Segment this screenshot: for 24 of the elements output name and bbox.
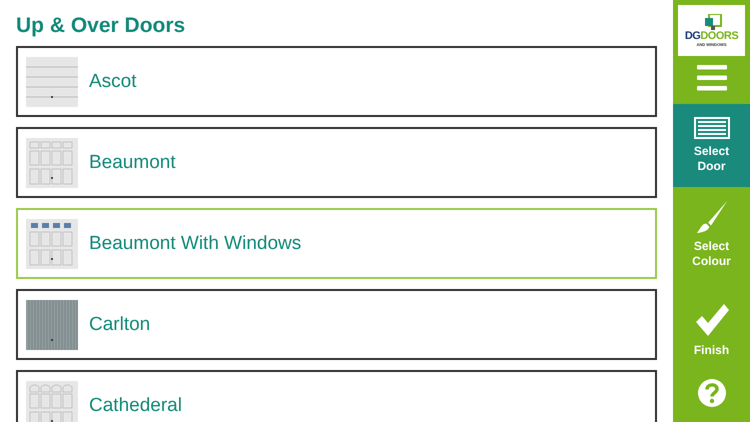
help-icon (698, 378, 726, 406)
door-list-item[interactable]: Ascot (16, 46, 657, 117)
nav-button[interactable]: Select Colour (673, 187, 750, 282)
door-list-item[interactable]: Beaumont (16, 127, 657, 198)
nav-button[interactable]: Finish (673, 282, 750, 377)
garage-door-thumbnail (26, 218, 78, 268)
garage-door-thumbnail (26, 300, 78, 350)
door-name: Ascot (89, 70, 137, 92)
garage-door-icon (694, 117, 730, 139)
door-name: Carlton (89, 314, 150, 336)
door-name: Beaumont With Windows (89, 232, 302, 254)
door-list-item[interactable]: Cathederal (16, 370, 657, 422)
door-list-item[interactable]: Beaumont With Windows (16, 208, 657, 279)
garage-door-thumbnail (26, 138, 78, 188)
door-list-item[interactable]: Carlton (16, 289, 657, 360)
paintbrush-icon (694, 200, 728, 234)
door-name: Beaumont (89, 152, 176, 174)
door-name: Cathederal (89, 394, 182, 416)
nav-button[interactable]: Select Door (673, 104, 750, 187)
menu-icon (696, 64, 726, 90)
page-title: Up & Over Doors (16, 14, 186, 38)
garage-door-thumbnail (26, 380, 78, 422)
checkmark-icon (694, 302, 730, 338)
garage-door-thumbnail (26, 56, 78, 106)
